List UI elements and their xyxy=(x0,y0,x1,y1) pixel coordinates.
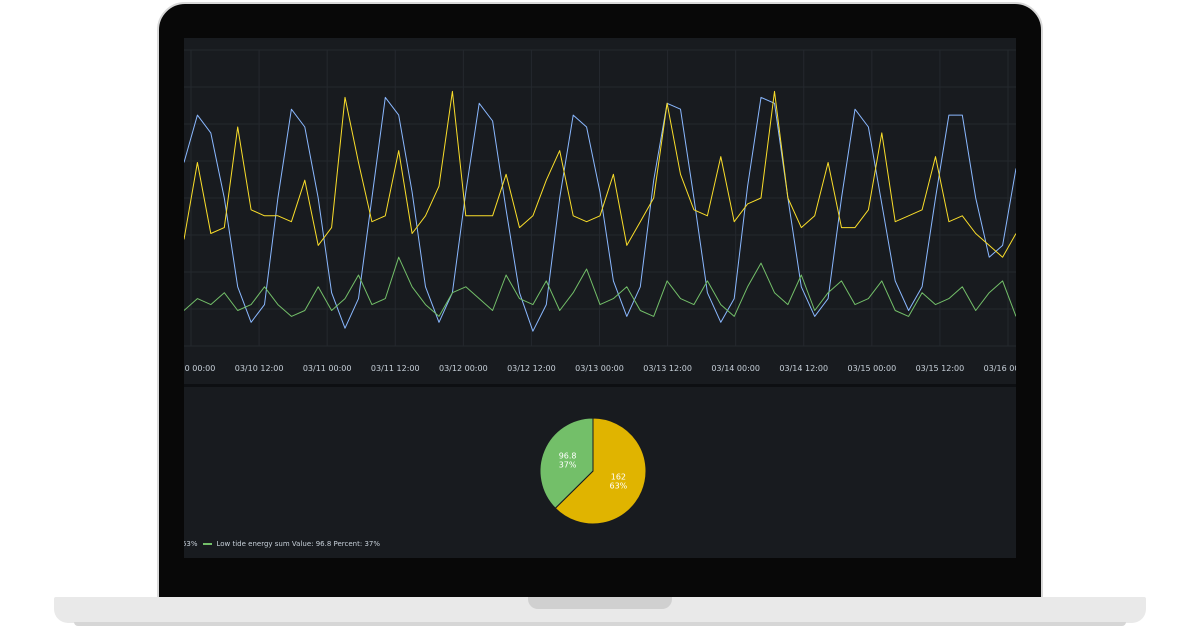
pie-panel: 162 63% 96.8 37% xyxy=(184,387,1016,558)
legend-swatch xyxy=(203,543,213,545)
x-tick-label: 03/11 00:00 xyxy=(303,364,352,373)
laptop-notch xyxy=(528,597,672,609)
x-tick-label: 03/10 12:00 xyxy=(235,364,284,373)
x-tick-label: 03/12 12:00 xyxy=(507,364,556,373)
x-tick-label: 03/14 12:00 xyxy=(779,364,828,373)
pie-percent-label: 63% xyxy=(610,482,628,491)
timeseries-chart: 03/10 00:00 03/10 12:00 03/11 00:00 03/11 1… xyxy=(184,49,1016,373)
x-tick-label: 03/15 00:00 xyxy=(848,364,897,373)
x-tick-label: 03/13 00:00 xyxy=(575,364,624,373)
pie-chart: 16263% 96.837% xyxy=(539,417,647,525)
pie-value-label: 96.8 xyxy=(559,451,577,460)
legend-value: Value: 96.8 Percent: 37% xyxy=(291,540,381,548)
pie-percent-label: 37% xyxy=(559,460,577,469)
pie-legend-row: cent: 63% Low tide energy sum Value: 96.8… xyxy=(184,540,386,548)
pie-value-label: 162 xyxy=(611,473,626,482)
timeseries-panel: 03/10 00:00 03/10 12:00 03/11 00:00 03/11 1… xyxy=(184,46,1016,384)
x-tick-label: 03/12 00:00 xyxy=(439,364,488,373)
x-tick-label: 03/10 00:00 xyxy=(184,364,215,373)
legend-item[interactable]: Low tide energy sum Value: 96.8 Percent:… xyxy=(203,540,380,548)
x-tick-label: 03/13 12:00 xyxy=(643,364,692,373)
pie-legend: cent: 63% Low tide energy sum Value: 96.8… xyxy=(184,540,1016,554)
dashboard-screen: 03/10 00:00 03/10 12:00 03/11 00:00 03/11 1… xyxy=(184,38,1016,558)
laptop-base-shadow xyxy=(74,622,1126,626)
x-tick-label: 03/14 00:00 xyxy=(711,364,760,373)
legend-value: cent: 63% xyxy=(184,540,198,548)
x-tick-label: 03/16 00:00 xyxy=(984,364,1016,373)
legend-label: Low tide energy sum xyxy=(216,540,292,548)
x-tick-label: 03/15 12:00 xyxy=(916,364,965,373)
x-tick-label: 03/11 12:00 xyxy=(371,364,420,373)
legend-item[interactable]: cent: 63% xyxy=(184,540,197,548)
